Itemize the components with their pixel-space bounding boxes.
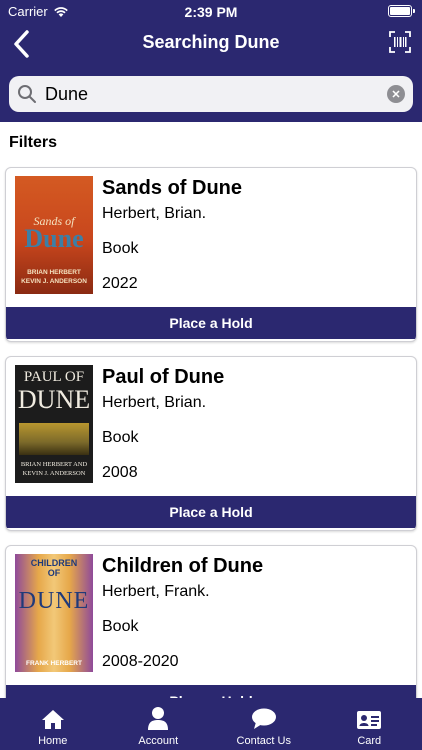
results-list[interactable]: Sands of Dune BRIAN HERBERT KEVIN J. AND… — [0, 165, 422, 698]
status-bar: Carrier 2:39 PM — [0, 0, 422, 24]
tab-label: Contact Us — [236, 735, 291, 747]
cover-text: BRIAN HERBERT AND — [20, 461, 88, 468]
app-header: Carrier 2:39 PM Searching Dune Dune ✕ — [0, 0, 422, 122]
search-input[interactable] — [37, 83, 387, 105]
cover-art — [19, 423, 89, 455]
cover-text: OF — [47, 568, 61, 578]
tab-bar: Home Account Contact Us Card — [0, 698, 422, 750]
cover-text: PAUL OF — [23, 369, 85, 385]
cover-text: DUNE — [18, 588, 90, 614]
tab-home[interactable]: Home — [0, 698, 106, 750]
book-title[interactable]: Paul of Dune — [102, 366, 224, 389]
place-hold-button[interactable]: Place a Hold — [6, 685, 416, 698]
book-format: Book — [102, 240, 139, 257]
place-hold-button[interactable]: Place a Hold — [6, 496, 416, 528]
result-card: PAUL OF DUNE BRIAN HERBERT AND KEVIN J. … — [5, 356, 417, 531]
book-year: 2022 — [102, 275, 138, 292]
home-icon — [41, 710, 64, 729]
tab-label: Home — [38, 735, 68, 747]
page-title: Searching Dune — [142, 32, 280, 52]
battery-icon — [388, 5, 415, 17]
id-card-icon — [357, 711, 382, 729]
search-icon — [18, 85, 36, 103]
book-cover-image[interactable]: PAUL OF DUNE BRIAN HERBERT AND KEVIN J. … — [15, 365, 93, 483]
cover-text: KEVIN J. ANDERSON — [22, 470, 86, 477]
cover-text: FRANK HERBERT — [26, 660, 82, 667]
barcode-scan-icon — [389, 31, 411, 53]
status-time: 2:39 PM — [184, 4, 238, 20]
cover-text: KEVIN J. ANDERSON — [21, 278, 87, 285]
cover-text: DUNE — [17, 385, 91, 414]
cover-text: Dune — [24, 224, 84, 253]
tab-label: Account — [138, 735, 179, 747]
barcode-scan-button[interactable] — [388, 30, 412, 54]
result-card: Sands of Dune BRIAN HERBERT KEVIN J. AND… — [5, 167, 417, 342]
result-card: CHILDREN OF DUNE FRANK HERBERT Children … — [5, 545, 417, 698]
book-cover-image[interactable]: CHILDREN OF DUNE FRANK HERBERT — [15, 554, 93, 672]
cover-text: CHILDREN — [30, 558, 78, 568]
tab-card[interactable]: Card — [317, 698, 422, 750]
search-bar: ✕ — [9, 76, 413, 112]
account-icon — [148, 707, 169, 730]
chat-bubble-icon — [251, 708, 276, 729]
book-year: 2008-2020 — [102, 653, 179, 670]
tab-account[interactable]: Account — [106, 698, 212, 750]
book-format: Book — [102, 618, 139, 635]
book-author: Herbert, Frank. — [102, 583, 210, 600]
book-year: 2008 — [102, 464, 138, 481]
book-title[interactable]: Sands of Dune — [102, 177, 242, 200]
cover-text: BRIAN HERBERT — [27, 269, 81, 276]
filters-label[interactable]: Filters — [9, 134, 57, 152]
tab-label: Card — [357, 735, 382, 747]
book-title[interactable]: Children of Dune — [102, 555, 263, 578]
book-cover-image[interactable]: Sands of Dune BRIAN HERBERT KEVIN J. AND… — [15, 176, 93, 294]
clear-search-icon[interactable]: ✕ — [387, 85, 405, 103]
book-format: Book — [102, 429, 139, 446]
book-author: Herbert, Brian. — [102, 205, 207, 222]
place-hold-button[interactable]: Place a Hold — [6, 307, 416, 339]
tab-contact-us[interactable]: Contact Us — [211, 698, 317, 750]
book-author: Herbert, Brian. — [102, 394, 207, 411]
